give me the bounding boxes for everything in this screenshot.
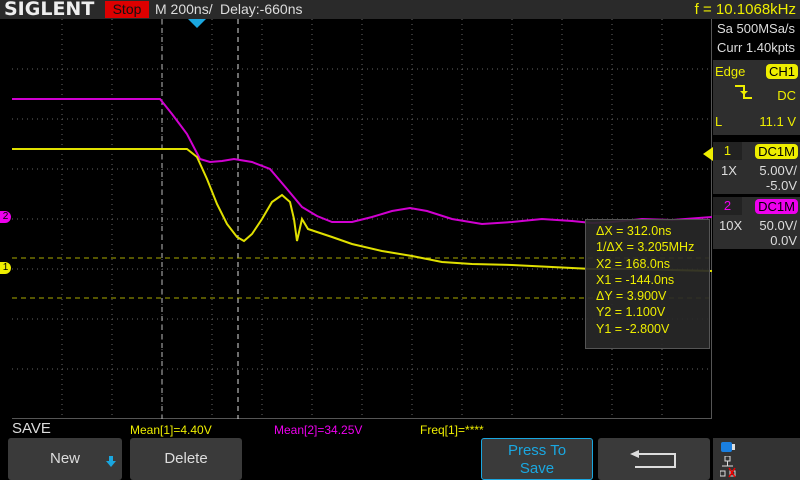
measure-mean-ch1: Mean[1]=4.40V <box>130 423 212 437</box>
ch1-panel[interactable]: 1 DC1M 1X 5.00V/ -5.0V <box>713 142 800 194</box>
network-disconnected-icon <box>720 456 736 478</box>
return-arrow-icon <box>630 450 676 468</box>
delete-button[interactable]: Delete <box>130 438 242 480</box>
ch2-coupling-badge: DC1M <box>755 199 798 214</box>
frequency-counter: f = 10.1068kHz <box>694 1 796 18</box>
measure-mean-ch2: Mean[2]=34.25V <box>274 423 363 437</box>
run-state-badge[interactable]: Stop <box>105 1 149 18</box>
cursor-y2-value: Y2 = 1.100V <box>596 305 666 320</box>
ch1-coupling-badge: DC1M <box>755 144 798 159</box>
ch2-number: 2 <box>713 197 742 215</box>
back-button[interactable] <box>598 438 710 480</box>
press-to-save-line1: Press To <box>507 442 567 459</box>
ch2-panel[interactable]: 2 DC1M 10X 50.0V/ 0.0V <box>713 197 800 249</box>
ch1-offset: -5.0V <box>765 178 797 193</box>
ch2-trace <box>12 98 713 226</box>
ch2-offset-marker[interactable]: 2 <box>0 211 11 223</box>
top-status-bar: SIGLENT Stop M 200ns/ Delay:-660ns f = 1… <box>0 0 800 19</box>
trigger-level-value: 11.1 V <box>759 114 796 129</box>
ch1-probe: 1X <box>721 163 737 178</box>
ch1-number: 1 <box>713 142 742 160</box>
ch1-scale: 5.00V/ <box>759 163 797 178</box>
trigger-position-marker[interactable] <box>188 19 206 29</box>
cursor-delta-y: ΔY = 3.900V <box>596 289 667 304</box>
timebase-label[interactable]: M 200ns/ <box>155 0 213 19</box>
trigger-level-marker[interactable] <box>703 147 713 161</box>
new-label: New <box>49 450 80 467</box>
arrow-down-icon <box>106 456 116 467</box>
acquisition-info[interactable]: Sa 500MSa/s Curr 1.40kpts <box>713 19 800 58</box>
memory-depth: Curr 1.40kpts <box>717 40 796 55</box>
measure-freq-ch1: Freq[1]=**** <box>420 423 484 437</box>
sample-rate: Sa 500MSa/s <box>717 21 796 36</box>
brand-logo: SIGLENT <box>4 0 95 20</box>
cursor-x1-value: X1 = -144.0ns <box>596 272 675 287</box>
cursor-measurement-panel: ΔX = 312.0ns 1/ΔX = 3.205MHz X2 = 168.0n… <box>585 219 710 349</box>
ch1-offset-marker[interactable]: 1 <box>0 262 11 274</box>
press-to-save-line2: Save <box>519 460 555 477</box>
new-button[interactable]: New <box>8 438 122 480</box>
trigger-source-badge: CH1 <box>765 64 798 79</box>
trigger-level-label: L <box>715 114 723 129</box>
cursor-inverse-delta-x: 1/ΔX = 3.205MHz <box>596 240 695 255</box>
delay-label[interactable]: Delay:-660ns <box>220 0 303 19</box>
cursor-y1-value: Y1 = -2.800V <box>596 321 670 336</box>
press-to-save-button[interactable]: Press To Save <box>481 438 593 480</box>
ch2-probe: 10X <box>719 218 743 233</box>
trigger-panel[interactable]: Edge CH1 DC L 11.1 V <box>713 60 800 135</box>
ch2-offset: 0.0V <box>770 233 797 248</box>
trigger-type: Edge <box>715 64 746 79</box>
usb-device-icon <box>721 442 735 452</box>
status-icons <box>713 438 800 480</box>
ch2-scale: 50.0V/ <box>759 218 797 233</box>
menu-title: SAVE <box>12 420 51 437</box>
trigger-coupling: DC <box>777 88 796 103</box>
cursor-x2-value: X2 = 168.0ns <box>596 256 671 271</box>
cursor-delta-x: ΔX = 312.0ns <box>596 224 672 238</box>
falling-edge-icon <box>735 85 752 99</box>
